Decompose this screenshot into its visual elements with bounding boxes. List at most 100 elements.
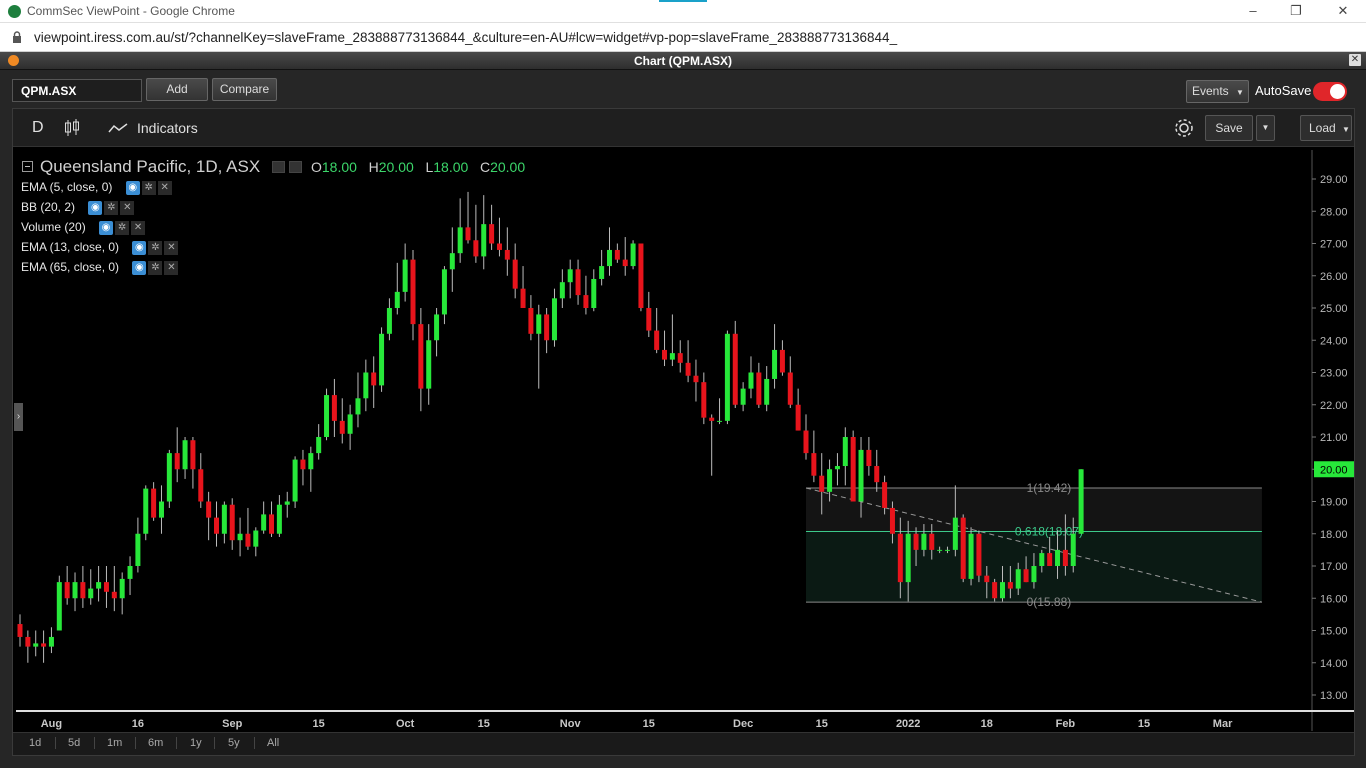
candle-body [434,314,440,341]
candle-body [937,549,943,551]
indicators-icon[interactable] [108,122,128,134]
candle-body [803,430,809,454]
candle-body [1031,566,1037,583]
minimize-button[interactable]: – [1241,2,1265,20]
eye-icon[interactable]: ◉ [99,220,114,235]
close-icon[interactable]: ✕ [164,260,179,275]
open-label: O [311,159,322,175]
candle-body [905,533,911,583]
price-chart[interactable]: 29.00 28.00 27.00 26.00 25.00 24.00 23.00 22.00… [13,148,1354,732]
candle-body [80,582,86,599]
candle-body [858,449,864,502]
chevron-down-icon: ▼ [1342,125,1350,134]
series-settings-icon[interactable] [289,161,302,173]
candle-body [567,269,573,283]
range-1d[interactable]: 1d [29,737,41,749]
save-menu-chevron-icon[interactable]: ▼ [1256,115,1275,141]
candle-body [221,504,227,534]
url-text[interactable]: viewpoint.iress.com.au/st/?channelKey=sl… [34,30,897,45]
indicators-button[interactable]: Indicators [137,120,198,136]
restore-button[interactable]: ❐ [1284,2,1308,20]
candle-type-icon[interactable] [64,118,80,138]
candle-body [654,330,660,350]
eye-icon[interactable]: ◉ [88,200,103,215]
fib-level-label: 1(19.42) [1027,481,1072,495]
x-tick-label: Mar [1213,718,1233,730]
symbol-input[interactable] [12,79,142,102]
widget-close-icon[interactable]: ✕ [1349,54,1361,66]
tab-indicator [659,0,707,2]
candle-body [1015,569,1021,589]
add-button[interactable]: Add [146,78,208,101]
chevron-down-icon: ▼ [1236,88,1244,97]
events-dropdown[interactable]: Events ▼ [1186,80,1249,103]
eye-icon[interactable]: ◉ [132,240,147,255]
open-value: 18.00 [321,159,357,175]
candle-body [347,414,353,434]
y-tick-label: 15.00 [1320,626,1348,638]
candle-body [473,240,479,257]
series-eye-icon[interactable] [272,161,285,173]
range-5y[interactable]: 5y [228,737,240,749]
range-1m[interactable]: 1m [107,737,122,749]
range-all[interactable]: All [267,737,279,749]
candle-body [677,353,683,363]
range-1y[interactable]: 1y [190,737,202,749]
gear-icon[interactable]: ✲ [115,220,130,235]
candle-body [88,588,94,599]
settings-gear-icon[interactable] [1173,117,1195,139]
close-button[interactable]: ✕ [1331,2,1355,20]
candle-body [127,566,133,579]
gear-icon[interactable]: ✲ [104,200,119,215]
range-divider [94,737,95,749]
candle-body [976,533,982,576]
candle-body [1070,533,1076,566]
candle-body [1055,549,1061,566]
x-tick-label: 16 [132,718,144,730]
save-button[interactable]: Save [1205,115,1253,141]
candle-body [772,349,778,379]
close-icon[interactable]: ✕ [131,220,146,235]
candle-body [17,624,23,637]
candle-body [984,575,990,583]
load-dropdown[interactable]: Load ▼ [1300,115,1352,141]
close-icon[interactable]: ✕ [120,200,135,215]
candle-body [206,501,212,518]
gear-icon[interactable]: ✲ [148,260,163,275]
candle-body [1039,553,1045,566]
autosave-toggle[interactable] [1313,82,1347,101]
candle-body [182,440,188,470]
candle-body [284,501,290,505]
range-5d[interactable]: 5d [68,737,80,749]
gear-icon[interactable]: ✲ [148,240,163,255]
candle-body [662,349,668,360]
x-tick-label: 15 [313,718,325,730]
candle-body [544,314,550,341]
eye-icon[interactable]: ◉ [125,180,140,195]
legend-collapse-icon[interactable] [22,161,33,172]
compare-button[interactable]: Compare [212,78,277,101]
candle-body [198,469,204,502]
candle-body [834,466,840,470]
candle-body [764,378,770,405]
range-6m[interactable]: 6m [148,737,163,749]
expand-panel-chevron-icon[interactable]: › [14,403,23,431]
candle-body [607,249,612,267]
x-tick-label: 15 [643,718,655,730]
address-bar[interactable]: viewpoint.iress.com.au/st/?channelKey=sl… [0,23,1366,52]
candle-body [72,582,78,599]
window-title: CommSec ViewPoint - Google Chrome [27,4,235,18]
candle-body [1047,553,1053,566]
close-icon[interactable]: ✕ [157,180,172,195]
study-row-volume: Volume (20) ◉ ✲ ✕ [21,220,146,236]
close-icon[interactable]: ✕ [164,240,179,255]
period-button[interactable]: D [32,119,44,137]
candle-body [229,504,235,541]
candle-body [457,227,463,254]
eye-icon[interactable]: ◉ [132,260,147,275]
candle-body [717,420,723,422]
candle-body [331,395,337,421]
candle-body [426,340,432,389]
study-row-ema65: EMA (65, close, 0) ◉ ✲ ✕ [21,260,179,276]
gear-icon[interactable]: ✲ [141,180,156,195]
